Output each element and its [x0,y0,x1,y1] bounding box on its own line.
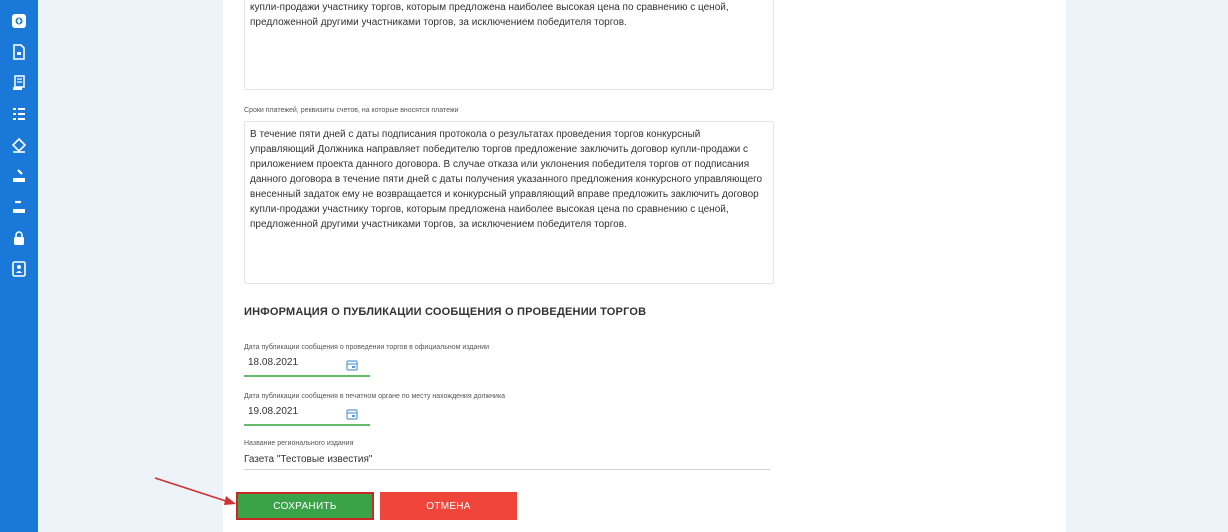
payment-label: Сроки платежей, реквизиты счетов, на кот… [244,107,459,114]
official-date-value: 18.08.2021 [248,357,299,368]
regional-input[interactable]: Газета "Тестовые известия" [244,452,770,470]
document-icon[interactable] [10,43,28,61]
textarea-line: предложенной другими участниками торгов,… [250,219,627,230]
calendar-icon[interactable] [346,407,358,420]
contacts-icon[interactable] [10,260,28,278]
textarea-line: данного договора в течение пяти дней с д… [250,174,763,185]
conditions-textarea[interactable]: купли-продажи участнику торгов, которым … [244,0,774,90]
sidebar [0,0,38,532]
print-date-value: 19.08.2021 [248,406,299,417]
textarea-line: купли-продажи участнику торгов, которым … [250,2,729,13]
print-date-label: Дата публикации сообщения в печатном орг… [244,393,506,400]
official-date-label: Дата публикации сообщения о проведении т… [244,344,490,351]
official-date-field[interactable]: 18.08.2021 [244,353,370,377]
auction-icon[interactable] [10,167,28,185]
section-title: ИНФОРМАЦИЯ О ПУБЛИКАЦИИ СООБЩЕНИЯ О ПРОВ… [244,306,647,318]
annotation-arrow [154,477,236,505]
textarea-line: приложением проекта данного договора. В … [250,159,750,170]
print-date-field[interactable]: 19.08.2021 [244,402,370,426]
scales-icon[interactable] [10,136,28,154]
save-button[interactable]: СОХРАНИТЬ [236,492,374,520]
regional-label: Название регионального издания [244,440,354,447]
calendar-icon[interactable] [346,358,358,371]
textarea-line: В течение пяти дней с даты подписания пр… [250,129,701,140]
dashboard-icon[interactable] [10,12,28,30]
textarea-line: купли-продажи участнику торгов, которым … [250,204,729,215]
textarea-line: предложенной другими участниками торгов,… [250,17,627,28]
regional-value: Газета "Тестовые известия" [244,454,373,465]
list-icon[interactable] [10,105,28,123]
textarea-line: внесенный задаток ему не возвращается и … [250,189,759,200]
lock-icon[interactable] [10,229,28,247]
payment-textarea[interactable]: В течение пяти дней с даты подписания пр… [244,121,774,284]
textarea-line: управляющий Должника направляет победите… [250,144,748,155]
cancel-button[interactable]: ОТМЕНА [380,492,517,520]
report-icon[interactable] [10,74,28,92]
auction-alt-icon[interactable] [10,198,28,216]
